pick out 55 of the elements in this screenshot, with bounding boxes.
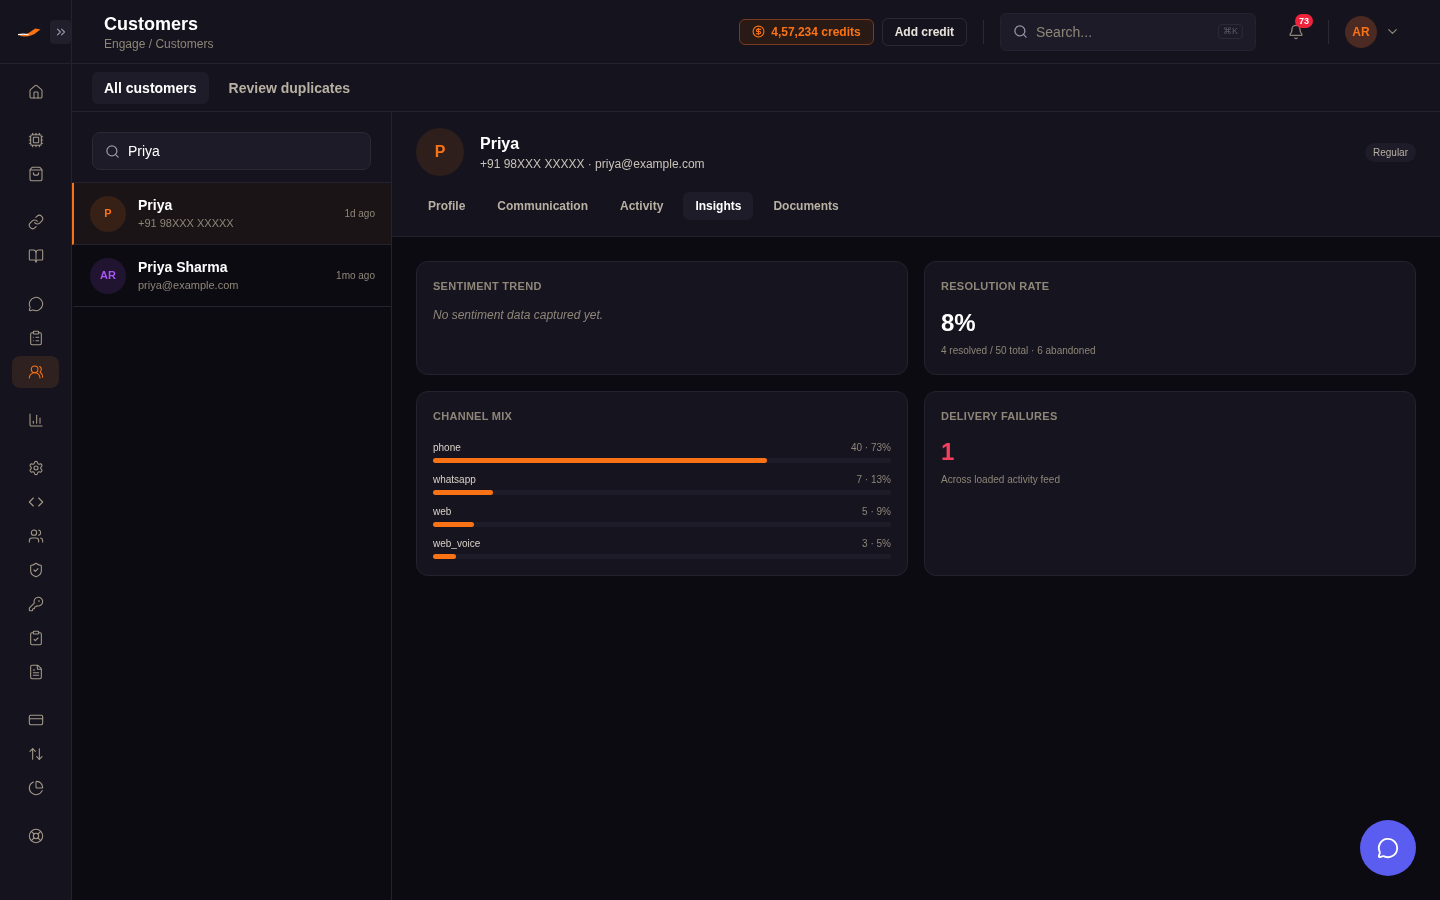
channel-reading: 5 · 9% bbox=[862, 505, 891, 519]
customer-name: Priya Sharma bbox=[138, 258, 229, 278]
customer-row[interactable]: AR Priya Sharma priya@example.com 1mo ago bbox=[72, 245, 391, 307]
coin-icon bbox=[752, 25, 766, 38]
card-title: RESOLUTION RATE bbox=[941, 279, 1051, 294]
customer-name: Priya bbox=[480, 134, 521, 154]
channel-label: whatsapp bbox=[433, 473, 476, 487]
channel-label: phone bbox=[433, 441, 461, 455]
view-tab[interactable]: All customers bbox=[92, 71, 209, 104]
stat-value: 8% bbox=[941, 307, 977, 338]
channel-reading: 7 · 13% bbox=[856, 473, 891, 487]
user-avatar[interactable]: AR bbox=[1345, 15, 1377, 48]
shortcut-hint: ⌘K bbox=[1218, 23, 1243, 40]
avatar-initials: P bbox=[104, 206, 112, 222]
customer-contact: +91 98XXX XXXXX · priya@example.com bbox=[480, 156, 705, 172]
bell-icon bbox=[1288, 23, 1304, 40]
view-tab[interactable]: Review duplicates bbox=[216, 71, 362, 104]
channel-label: web bbox=[433, 505, 452, 519]
customer-name: Priya bbox=[138, 196, 174, 216]
notification-count: 73 bbox=[1295, 13, 1313, 28]
stat-note: 4 resolved / 50 total · 6 abandoned bbox=[941, 343, 1097, 358]
customer-detail: +91 98XXX XXXXX bbox=[138, 216, 235, 232]
channel-reading: 40 · 73% bbox=[850, 441, 891, 455]
last-seen: 1d ago bbox=[344, 207, 375, 221]
credits-badge[interactable]: 4,57,234 credits bbox=[739, 18, 874, 45]
add-credit-button[interactable]: Add credit bbox=[881, 17, 967, 46]
page-title: Customers bbox=[104, 12, 200, 36]
card-title: CHANNEL MIX bbox=[433, 408, 514, 424]
search-icon bbox=[105, 143, 120, 159]
avatar-initials: AR bbox=[100, 268, 116, 284]
detail-tab[interactable]: Documents bbox=[761, 192, 851, 220]
search-icon bbox=[1013, 24, 1028, 39]
empty-message: No sentiment data captured yet. bbox=[433, 306, 605, 323]
customer-row[interactable]: P Priya +91 98XXX XXXXX 1d ago bbox=[72, 183, 391, 245]
customer-detail: priya@example.com bbox=[138, 278, 240, 294]
channel-reading: 3 · 5% bbox=[862, 537, 891, 551]
detail-tab[interactable]: Insights bbox=[683, 192, 754, 220]
chat-bubble-icon bbox=[1377, 837, 1399, 859]
card-title: DELIVERY FAILURES bbox=[941, 408, 1059, 424]
breadcrumb: Engage / Customers bbox=[104, 35, 214, 52]
expand-sidebar-button[interactable] bbox=[50, 19, 71, 44]
detail-tab[interactable]: Activity bbox=[608, 192, 676, 220]
notifications-button[interactable]: 73 bbox=[1280, 15, 1312, 48]
stat-note: Across loaded activity feed bbox=[941, 473, 1061, 487]
search-input[interactable]: Search... bbox=[1036, 13, 1210, 50]
segment-tag: Regular bbox=[1364, 142, 1416, 162]
card-title: SENTIMENT TREND bbox=[433, 279, 543, 294]
customer-avatar: P bbox=[416, 128, 464, 176]
channel-label: web_voice bbox=[433, 537, 481, 551]
detail-tab[interactable]: Communication bbox=[485, 192, 600, 220]
stat-value: 1 bbox=[941, 437, 956, 467]
customers-icon[interactable] bbox=[12, 356, 59, 388]
last-seen: 1mo ago bbox=[336, 269, 375, 283]
detail-tab[interactable]: Profile bbox=[416, 192, 478, 220]
customer-search-field[interactable]: Priya bbox=[92, 132, 371, 170]
